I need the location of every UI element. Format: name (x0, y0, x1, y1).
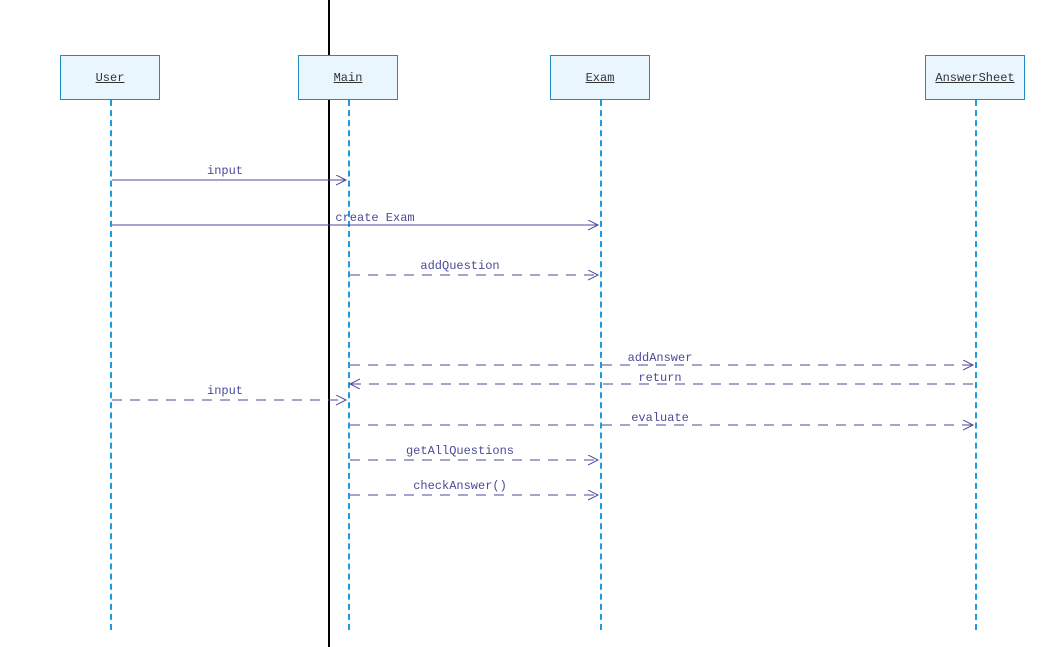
participant-answersheet[interactable]: AnswerSheet (925, 55, 1025, 100)
message-label-m6: input (207, 384, 243, 398)
lifeline-main (348, 100, 350, 630)
message-label-m7: evaluate (631, 411, 689, 425)
participant-main[interactable]: Main (298, 55, 398, 100)
message-label-m4: addAnswer (628, 351, 693, 365)
participant-exam[interactable]: Exam (550, 55, 650, 100)
participant-user-label: User (96, 71, 125, 85)
participant-user[interactable]: User (60, 55, 160, 100)
sequence-diagram-canvas: User Main Exam AnswerSheet input create E… (0, 0, 1053, 647)
lifeline-user (110, 100, 112, 630)
message-label-m1: input (207, 164, 243, 178)
lifeline-exam (600, 100, 602, 630)
lifeline-answersheet (975, 100, 977, 630)
participant-answersheet-label: AnswerSheet (935, 71, 1014, 85)
message-label-m2: create Exam (335, 211, 414, 225)
message-label-m5: return (638, 371, 681, 385)
participant-exam-label: Exam (586, 71, 615, 85)
message-label-m3: addQuestion (420, 259, 499, 273)
participant-main-label: Main (334, 71, 363, 85)
message-label-m9: checkAnswer() (413, 479, 507, 493)
message-label-m8: getAllQuestions (406, 444, 514, 458)
